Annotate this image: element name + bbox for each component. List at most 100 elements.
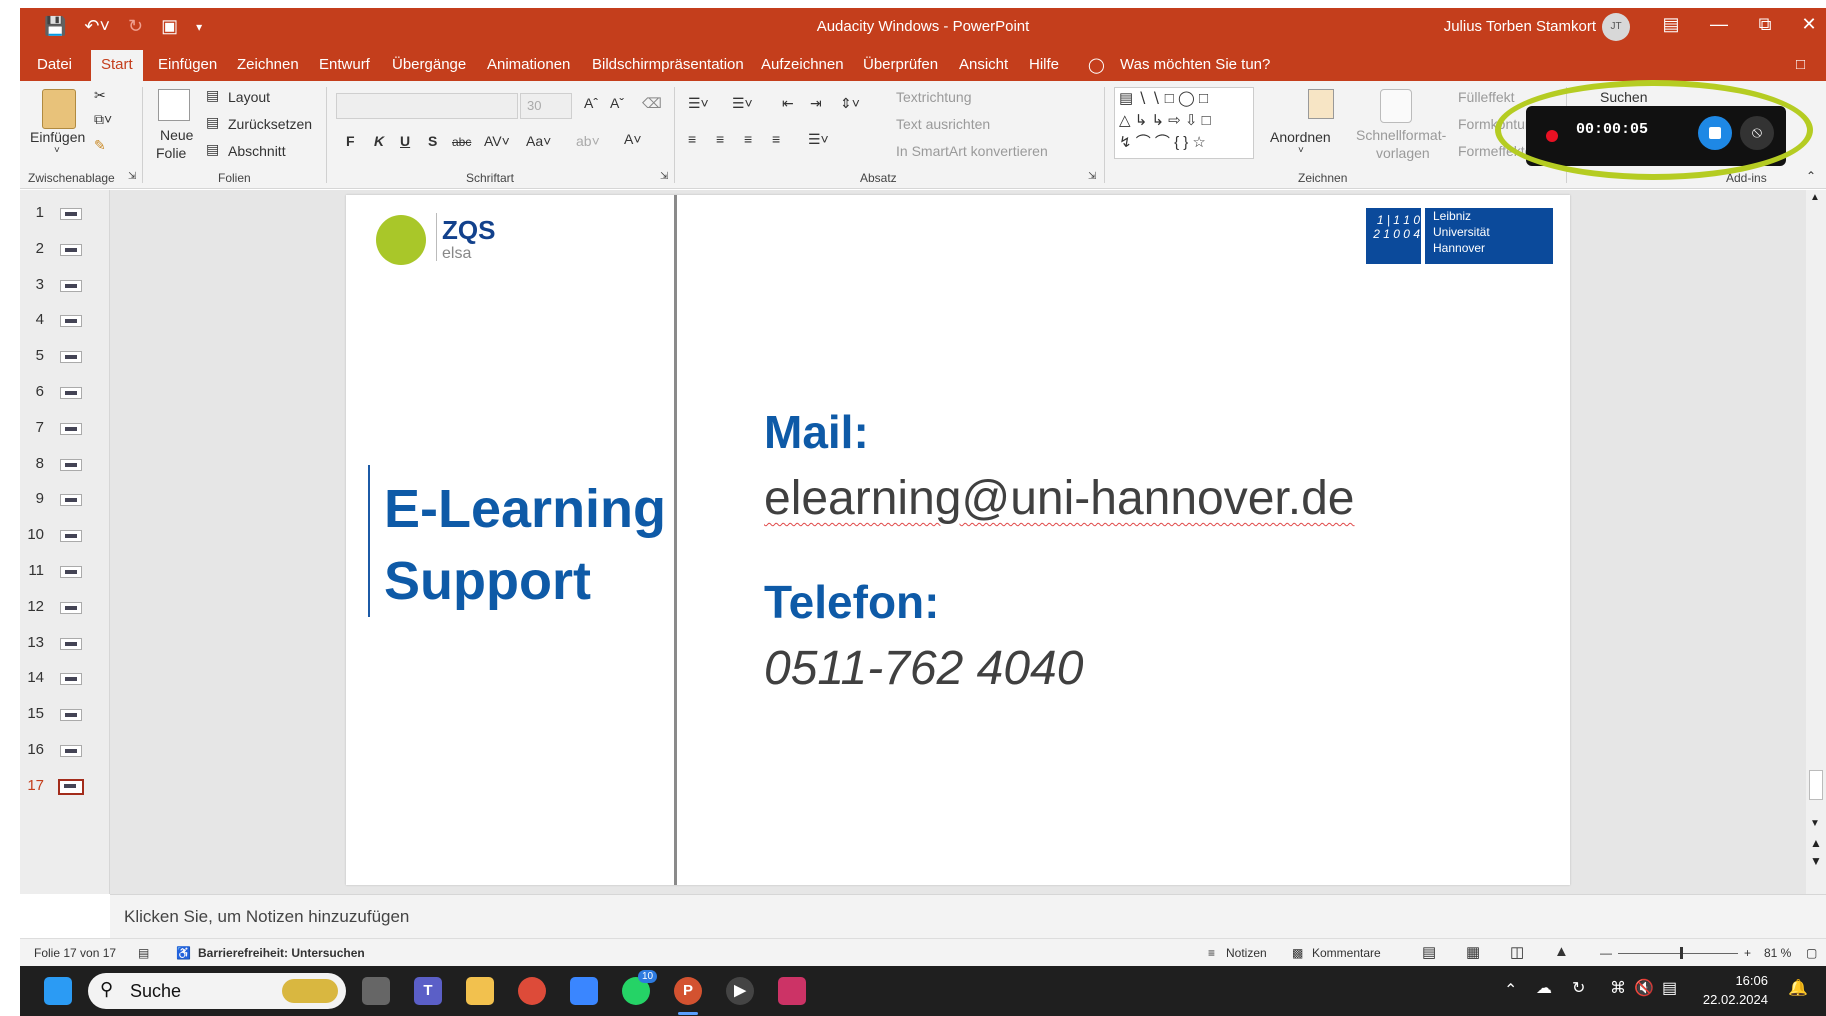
tell-me-search[interactable]: Was möchten Sie tun? <box>1120 56 1270 73</box>
current-slide[interactable]: ZQS elsa 1 | 1 1 0 2 1 0 0 4 Leibniz Uni… <box>346 195 1570 885</box>
slide-thumbnail[interactable]: 10 <box>20 520 110 550</box>
underline-icon[interactable]: U <box>400 133 410 149</box>
notification-bell-icon[interactable]: 🔔 <box>1788 978 1808 998</box>
slide-thumbnail[interactable]: 5 <box>20 341 110 371</box>
comments-status-icon[interactable]: ▩ <box>1292 946 1303 960</box>
clipboard-launcher-icon[interactable]: ⇲ <box>128 171 136 182</box>
copy-icon[interactable]: ⧉˅ <box>94 111 112 128</box>
zoom-out-icon[interactable]: — <box>1600 946 1612 960</box>
slide-thumbnail-preview[interactable] <box>60 458 82 471</box>
mail-address[interactable]: elearning@uni-hannover.de <box>764 471 1354 526</box>
quick-styles-icon[interactable] <box>1380 89 1412 123</box>
fit-to-window-icon[interactable]: ▢ <box>1806 946 1817 960</box>
tab-uebergaenge[interactable]: Übergänge <box>392 56 466 73</box>
character-spacing-icon[interactable]: AV˅ <box>484 133 510 149</box>
slide-thumbnail[interactable]: 13 <box>20 628 110 658</box>
next-slide-icon[interactable]: ▼ <box>1810 854 1822 868</box>
slide-thumbnail[interactable]: 8 <box>20 449 110 479</box>
cut-icon[interactable]: ✂ <box>94 87 106 104</box>
slide-thumbnail-preview[interactable] <box>60 351 82 364</box>
arrange-dropdown-icon[interactable]: ˅ <box>1298 145 1304 156</box>
slide-thumbnail-preview[interactable] <box>60 387 82 399</box>
file-explorer-icon[interactable] <box>466 977 494 1005</box>
windows-start-icon[interactable] <box>44 977 72 1005</box>
font-name-combo[interactable] <box>336 93 518 119</box>
ribbon-display-icon[interactable]: ▤ <box>1656 14 1686 35</box>
minimize-button[interactable]: — <box>1704 14 1734 35</box>
zoom-slider-thumb[interactable] <box>1680 947 1683 959</box>
customize-qat-icon[interactable]: ▾ <box>196 16 202 37</box>
reset-button[interactable]: Zurücksetzen <box>228 116 312 132</box>
slide-thumbnail[interactable]: 16 <box>20 735 110 765</box>
onedrive-icon[interactable]: ☁ <box>1536 978 1552 998</box>
slide-sorter-icon[interactable]: ▦ <box>1466 943 1480 961</box>
quick-styles-button[interactable]: Schnellformat- <box>1356 127 1446 143</box>
smartart-button[interactable]: In SmartArt konvertieren <box>896 143 1048 159</box>
arrange-icon[interactable] <box>1308 89 1334 119</box>
save-icon[interactable]: 💾 <box>44 16 66 37</box>
slide-thumbnail-preview[interactable] <box>60 494 82 507</box>
tab-hilfe[interactable]: Hilfe <box>1029 56 1059 73</box>
bold-icon[interactable]: F <box>346 133 355 149</box>
tab-start[interactable]: Start <box>91 50 143 81</box>
slide-title[interactable]: E-Learning Support <box>384 473 666 617</box>
slideshow-icon[interactable]: ▲ <box>1554 943 1569 960</box>
undo-icon[interactable]: ↶˅ <box>84 16 110 37</box>
slide-thumbnail-preview[interactable] <box>60 243 82 256</box>
decrease-indent-icon[interactable]: ⇤ <box>782 95 794 112</box>
slide-thumbnail-preview[interactable] <box>60 208 82 220</box>
arrange-button[interactable]: Anordnen <box>1270 129 1331 145</box>
slide-thumbnail[interactable]: 9 <box>20 484 110 514</box>
notes-icon[interactable]: ≡ <box>1208 946 1215 960</box>
zoom-slider[interactable] <box>1618 953 1738 954</box>
slide-thumbnail-preview[interactable] <box>60 637 82 650</box>
paste-icon[interactable] <box>42 89 76 129</box>
avatar[interactable]: JT <box>1602 13 1630 41</box>
slide-thumbnail[interactable]: 4 <box>20 305 110 335</box>
notes-button[interactable]: Notizen <box>1226 946 1267 960</box>
taskbar-search[interactable]: ⚲ Suche <box>88 973 346 1009</box>
strikethrough-icon[interactable]: abc <box>452 135 471 149</box>
slide-thumbnail-preview[interactable] <box>60 745 82 757</box>
task-view-icon[interactable] <box>362 977 390 1005</box>
chrome-icon[interactable] <box>518 977 546 1005</box>
slide-thumbnail-preview[interactable] <box>60 601 82 614</box>
user-name[interactable]: Julius Torben Stamkort <box>1444 18 1596 35</box>
bullets-icon[interactable]: ☰˅ <box>688 95 709 112</box>
shadow-icon[interactable]: S <box>428 133 437 149</box>
italic-icon[interactable]: K <box>374 133 384 149</box>
comments-icon[interactable]: □ <box>1796 56 1805 73</box>
zoom-in-icon[interactable]: + <box>1744 946 1751 960</box>
tab-ansicht[interactable]: Ansicht <box>959 56 1008 73</box>
justify-icon[interactable]: ≡ <box>772 131 780 147</box>
slide-thumbnail-preview[interactable] <box>60 709 82 722</box>
redo-icon[interactable]: ↻ <box>128 16 143 37</box>
paste-button[interactable]: Einfügen <box>30 129 85 145</box>
media-player-icon[interactable]: ▶ <box>726 977 754 1005</box>
paste-dropdown-icon[interactable]: ˅ <box>54 145 60 156</box>
highlight-icon[interactable]: ab˅ <box>576 133 600 149</box>
slide-thumbnail[interactable]: 11 <box>20 556 110 586</box>
accessibility-button[interactable]: Barrierefreiheit: Untersuchen <box>198 946 365 960</box>
volume-muted-icon[interactable]: 🔇 <box>1634 978 1654 998</box>
accessibility-icon[interactable]: ♿ <box>176 946 191 960</box>
tab-zeichnen[interactable]: Zeichnen <box>237 56 299 73</box>
slide-thumbnail-preview[interactable] <box>60 566 82 578</box>
align-right-icon[interactable]: ≡ <box>744 131 752 147</box>
center-icon[interactable]: ≡ <box>716 131 724 147</box>
grow-font-icon[interactable]: Aˆ <box>584 95 598 111</box>
vertical-scrollbar[interactable]: ▲ ▼ ▲ ▼ <box>1806 190 1826 894</box>
tab-bildschirmpraesentation[interactable]: Bildschirmpräsentation <box>592 56 744 73</box>
notes-pane[interactable]: Klicken Sie, um Notizen hinzuzufügen <box>110 894 1826 938</box>
section-button[interactable]: Abschnitt <box>228 143 286 159</box>
slide-thumbnail[interactable]: 14 <box>20 663 110 693</box>
system-clock[interactable]: 16:06 22.02.2024 <box>1703 971 1768 1009</box>
restore-button[interactable]: ⧉ <box>1750 14 1780 35</box>
tab-datei[interactable]: Datei <box>37 56 72 73</box>
slide-thumbnail[interactable]: 12 <box>20 592 110 622</box>
change-case-icon[interactable]: Aa˅ <box>526 133 551 149</box>
normal-view-icon[interactable]: ▤ <box>1422 943 1436 961</box>
slide-thumbnail[interactable]: 6 <box>20 377 110 407</box>
slide-thumbnail[interactable]: 17 <box>20 771 110 801</box>
phone-number[interactable]: 0511-762 4040 <box>764 641 1083 696</box>
